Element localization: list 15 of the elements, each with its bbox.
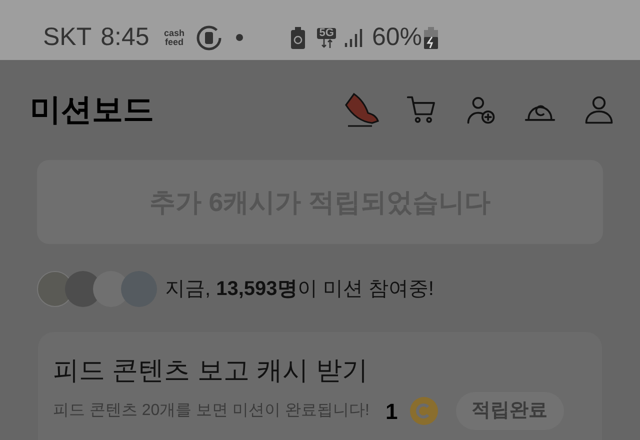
mission-title: 피드 콘텐츠 보고 캐시 받기 [53, 354, 369, 386]
data-arrows-icon [320, 38, 333, 48]
reward-amount: 1 [385, 398, 398, 426]
battery-saver-icon [291, 26, 306, 48]
participants-text: 지금, 13,593명이 미션 참여중! [165, 277, 434, 302]
status-time: 8:45 [100, 22, 150, 53]
battery-percent: 60% [372, 22, 422, 53]
status-carrier: SKT [43, 22, 92, 53]
sneaker-icon[interactable] [342, 91, 380, 129]
page-title: 미션보드 [30, 90, 154, 129]
battery-charging-icon [424, 26, 438, 48]
signal-icon [344, 28, 364, 48]
network-indicator: 5G [317, 28, 336, 48]
avatar [121, 271, 157, 307]
app-name-label: cash feed [163, 28, 186, 46]
